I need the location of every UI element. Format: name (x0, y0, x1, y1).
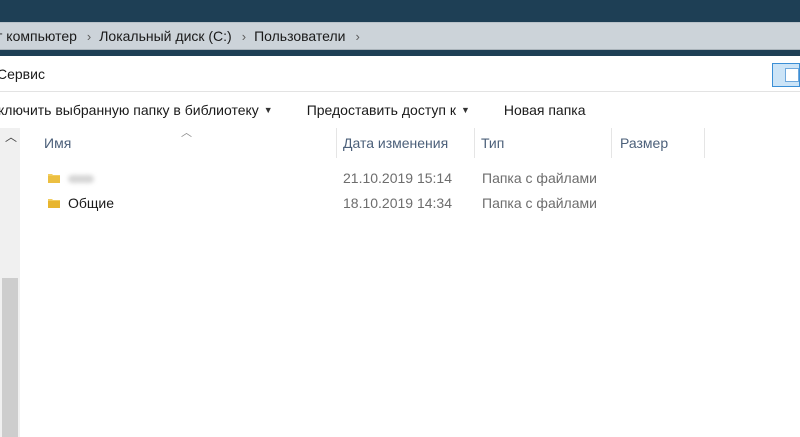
file-row[interactable]: 21.10.2019 15:14 Папка с файлами (20, 166, 800, 190)
chevron-right-icon[interactable]: › (349, 29, 367, 44)
chevron-up-icon[interactable]: ︿ (4, 128, 18, 146)
menu-bar: Сервис (0, 56, 800, 92)
breadcrumb-label: т компьютер (0, 28, 77, 44)
column-header-row: ︿ Имя Дата изменения Тип Размер (20, 127, 800, 158)
file-date: 21.10.2019 15:14 (343, 170, 452, 186)
include-in-library-label: ключить выбранную папку в библиотеку (0, 102, 259, 118)
share-with-button[interactable]: Предоставить доступ к ▼ (307, 102, 470, 118)
breadcrumb-computer[interactable]: т компьютер › (0, 28, 99, 44)
column-header-size[interactable]: Размер (616, 128, 704, 158)
window-titlebar (0, 0, 800, 22)
caret-down-icon: ▼ (263, 105, 273, 115)
file-list: ︿ Имя Дата изменения Тип Размер 21.10.20… (20, 127, 800, 437)
breadcrumb-label: Пользователи (254, 28, 346, 44)
preview-pane-toggle[interactable] (772, 63, 800, 87)
menu-item-service[interactable]: Сервис (0, 66, 45, 82)
file-name-redacted (68, 175, 94, 183)
column-divider[interactable] (704, 128, 705, 158)
caret-down-icon: ▼ (460, 105, 470, 115)
folder-icon (47, 196, 61, 210)
column-header-type[interactable]: Тип (477, 128, 611, 158)
file-row[interactable]: Общие 18.10.2019 14:34 Папка с файлами (20, 191, 800, 215)
new-folder-label: Новая папка (503, 102, 586, 118)
column-divider[interactable] (336, 128, 337, 158)
new-folder-button[interactable]: Новая папка (504, 102, 586, 118)
address-bar[interactable]: т компьютер › Локальный диск (C:) › Поль… (0, 22, 800, 50)
share-with-label: Предоставить доступ к (306, 102, 456, 118)
folder-icon (47, 171, 61, 185)
file-name: Общие (68, 195, 115, 211)
column-divider[interactable] (474, 128, 475, 158)
scrollbar-thumb[interactable] (2, 278, 18, 437)
navigation-pane-scrollbar[interactable]: ︿ (0, 128, 20, 437)
file-type: Папка с файлами (482, 170, 597, 186)
command-bar: ключить выбранную папку в библиотеку ▼ П… (0, 92, 800, 128)
chevron-right-icon[interactable]: › (236, 29, 254, 44)
chevron-right-icon[interactable]: › (81, 29, 99, 44)
pane-icon (785, 68, 799, 82)
breadcrumb-label: Локальный диск (C:) (99, 28, 232, 44)
file-date: 18.10.2019 14:34 (343, 195, 452, 211)
column-header-name[interactable]: Имя (40, 128, 336, 158)
include-in-library-button[interactable]: ключить выбранную папку в библиотеку ▼ (0, 102, 273, 118)
breadcrumb-local-disk[interactable]: Локальный диск (C:) › (99, 28, 254, 44)
column-header-date[interactable]: Дата изменения (339, 128, 474, 158)
column-divider[interactable] (611, 128, 612, 158)
breadcrumb-users[interactable]: Пользователи › (254, 28, 368, 44)
file-type: Папка с файлами (482, 195, 597, 211)
